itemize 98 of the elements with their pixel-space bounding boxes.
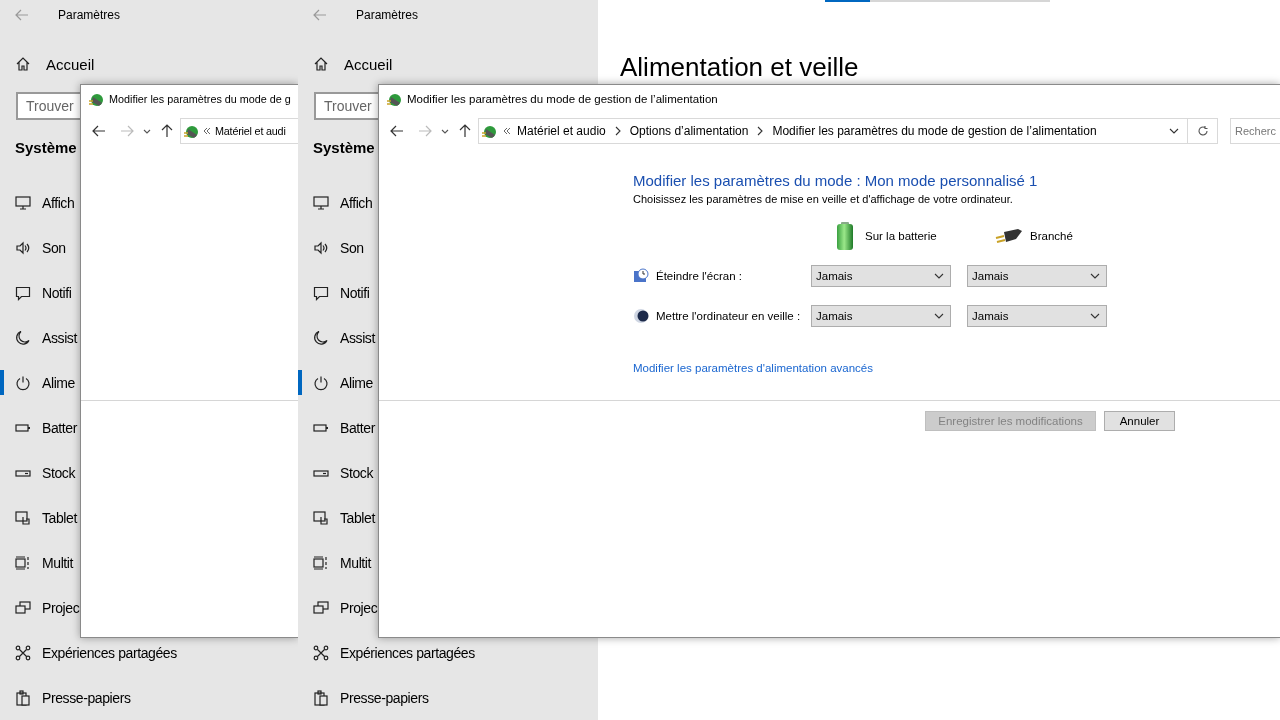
address-bar[interactable]: Matériel et audio Options d’alimentation Modifier les paramètres du mode de gestion de l’alimentation: [478, 118, 1188, 144]
double-chevron-icon: [503, 126, 511, 136]
address-bar[interactable]: Matériel et audi: [180, 118, 298, 144]
section-heading: Système: [14, 138, 77, 158]
display-clock-icon: [633, 268, 649, 284]
window-title: Paramètres: [356, 7, 419, 22]
moon-icon: [313, 329, 329, 346]
nav-item[interactable]: Projec: [298, 585, 378, 630]
chevron-right-icon: [757, 126, 764, 136]
power-options-icon: [88, 91, 104, 107]
nav-item[interactable]: Expériences partagées: [298, 630, 481, 675]
projector-icon: [313, 599, 329, 616]
home-icon: [15, 56, 31, 73]
nav-item[interactable]: Presse-papiers: [298, 675, 435, 720]
chevron-down-icon: [934, 311, 944, 321]
power-options-icon: [481, 123, 497, 139]
power-icon: [313, 374, 329, 391]
breadcrumb-link[interactable]: Options d’alimentation: [629, 124, 749, 138]
subtitle: Choisissez les paramètres de mise en veille et d'affichage de votre ordinateur.: [633, 192, 1013, 206]
breadcrumb-link[interactable]: Matériel et audio: [517, 124, 606, 138]
chevron-down-icon: [934, 271, 944, 281]
nav-item[interactable]: Alime: [0, 360, 75, 405]
monitor-icon: [313, 194, 329, 211]
heading: Modifier les paramètres du mode : Mon mode personnalisé 1: [633, 171, 1038, 191]
up-arrow-icon[interactable]: [457, 123, 473, 139]
advanced-settings-link[interactable]: Modifier les paramètres d'alimentation avancés: [633, 361, 873, 375]
nav-item[interactable]: Assist: [298, 315, 375, 360]
power-options-icon: [183, 123, 199, 139]
share-icon: [313, 644, 329, 661]
nav-item[interactable]: Affich: [0, 180, 75, 225]
nav-item[interactable]: Batter: [0, 405, 77, 450]
nav-item[interactable]: Projec: [0, 585, 80, 630]
dropdown[interactable]: Jamais: [811, 305, 951, 327]
breadcrumb-link[interactable]: Modifier les paramètres du mode de gestion de l’alimentation: [772, 124, 1097, 138]
power-icon: [15, 374, 31, 391]
clipboard-icon: [15, 689, 31, 706]
window-title: Modifier les paramètres du mode de g: [109, 93, 291, 105]
power-plug-icon: [994, 226, 1024, 246]
nav-item[interactable]: Notifi: [0, 270, 72, 315]
column-header: Branché: [1030, 230, 1073, 242]
section-heading: Système: [312, 138, 375, 158]
chevron-down-icon[interactable]: [1169, 126, 1179, 136]
power-options-icon: [386, 91, 402, 107]
dropdown[interactable]: Jamais: [967, 305, 1107, 327]
nav-item[interactable]: Son: [0, 225, 66, 270]
home-link[interactable]: Accueil: [0, 49, 95, 80]
chevron-down-icon: [1090, 271, 1100, 281]
refresh-button[interactable]: [1188, 118, 1218, 144]
up-arrow-icon[interactable]: [159, 123, 175, 139]
nav-item[interactable]: Tablet: [298, 495, 375, 540]
nav-item[interactable]: Multit: [0, 540, 74, 585]
projector-icon: [15, 599, 31, 616]
speaker-icon: [313, 239, 329, 256]
speaker-icon: [15, 239, 31, 256]
window-title: Paramètres: [58, 7, 121, 22]
nav-item[interactable]: Multit: [298, 540, 372, 585]
nav-item[interactable]: Notifi: [298, 270, 370, 315]
nav-item[interactable]: Tablet: [0, 495, 77, 540]
nav-item[interactable]: Expériences partagées: [0, 630, 183, 675]
breadcrumb-link[interactable]: Matériel et audi: [215, 125, 286, 137]
double-chevron-icon: [203, 126, 211, 136]
nav-item[interactable]: Batter: [298, 405, 375, 450]
setting-label: Mettre l'ordinateur en veille :: [656, 310, 801, 322]
home-link[interactable]: Accueil: [298, 49, 393, 80]
dropdown[interactable]: Jamais: [967, 265, 1107, 287]
chevron-down-icon: [1090, 311, 1100, 321]
battery-icon: [835, 221, 855, 251]
cancel-button[interactable]: Annuler: [1104, 411, 1175, 431]
back-arrow-icon[interactable]: [389, 123, 405, 139]
page-title: Alimentation et veille: [620, 51, 859, 84]
nav-item[interactable]: Stock: [298, 450, 373, 495]
search-field[interactable]: Trouver: [314, 92, 380, 120]
monitor-icon: [15, 194, 31, 211]
message-icon: [313, 284, 329, 301]
multitask-icon: [313, 554, 329, 571]
dropdown[interactable]: Jamais: [811, 265, 951, 287]
nav-item[interactable]: Assist: [0, 315, 77, 360]
moon-icon: [15, 329, 31, 346]
chevron-right-icon: [614, 126, 621, 136]
nav-item[interactable]: Affich: [298, 180, 373, 225]
nav-item[interactable]: Alime: [298, 360, 373, 405]
search-field[interactable]: Trouver: [16, 92, 82, 120]
multitask-icon: [15, 554, 31, 571]
tablet-icon: [313, 509, 329, 526]
clipboard-icon: [313, 689, 329, 706]
nav-item[interactable]: Stock: [0, 450, 75, 495]
nav-item[interactable]: Son: [298, 225, 364, 270]
message-icon: [15, 284, 31, 301]
refresh-icon: [1196, 125, 1209, 137]
tablet-icon: [15, 509, 31, 526]
column-header: Sur la batterie: [865, 230, 937, 242]
window-title: Modifier les paramètres du mode de gestion de l’alimentation: [407, 93, 718, 105]
home-icon: [313, 56, 329, 73]
setting-label: Éteindre l'écran :: [656, 270, 742, 282]
back-arrow-icon[interactable]: [91, 123, 107, 139]
sleep-moon-icon: [633, 308, 649, 324]
nav-item[interactable]: Presse-papiers: [0, 675, 137, 720]
share-icon: [15, 644, 31, 661]
